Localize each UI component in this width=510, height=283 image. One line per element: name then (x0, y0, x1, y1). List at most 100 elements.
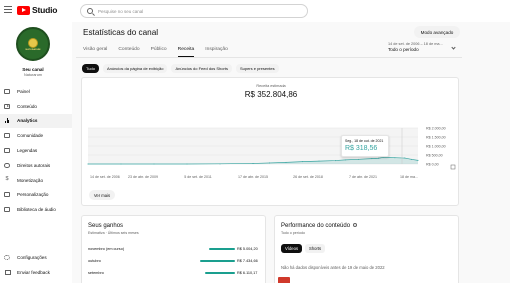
sidebar-item-label: Enviar feedback (17, 269, 50, 275)
data-point (120, 163, 122, 165)
performance-chips: Vídeos Shorts (281, 244, 328, 253)
y-tick-label: R$ 500,00 (426, 153, 443, 157)
y-tick-label: R$ 0,00 (426, 162, 439, 166)
chip-watch-page-ads[interactable]: Anúncios da página de exibição (102, 64, 168, 73)
data-point (318, 160, 320, 162)
tooltip-value: R$ 318,56 (345, 145, 378, 152)
data-point (335, 160, 336, 162)
chip-shorts[interactable]: Shorts (305, 244, 326, 253)
avatar-text: NATURARUM (25, 48, 41, 51)
advanced-mode-button[interactable]: Modo avançado (414, 26, 460, 38)
sidebar-item-feedback[interactable]: Enviar feedback (0, 265, 72, 280)
performance-title: Performance do conteúdo (281, 223, 358, 229)
earnings-month: novembro (em curso) (88, 247, 125, 251)
logo-text: Studio (32, 5, 58, 15)
search-placeholder: Pesquise no seu canal (98, 8, 144, 14)
analytics-icon (4, 118, 10, 124)
chip-supers-and-gifts[interactable]: Supers e presentes (235, 64, 279, 73)
video-thumbnail-edge (278, 277, 290, 283)
earnings-bar (205, 272, 235, 275)
tab-divider (76, 57, 462, 58)
hamburger-menu-icon[interactable] (4, 6, 12, 14)
earnings-row: novembro (em curso) R$ 5.004,20 (88, 247, 264, 255)
revenue-card: Receita estimada R$ 352.804,86 R$ 2.000,… (81, 77, 459, 206)
sidebar-item-label: Legendas (17, 148, 38, 154)
sidebar-item-label: Personalização (17, 192, 49, 198)
chip-videos[interactable]: Vídeos (281, 244, 303, 253)
sidebar-item-community[interactable]: Comunidade (0, 128, 72, 143)
subtitles-icon (4, 148, 10, 154)
chart-tooltip: Seg., 18 de out. de 2021 R$ 318,56 (341, 135, 389, 157)
performance-title-text: Performance do conteúdo (281, 223, 351, 229)
settings-icon (4, 254, 10, 261)
performance-subtitle: Todo o período (281, 231, 305, 235)
x-tick-label: 18 de ma... (400, 175, 418, 179)
data-point (269, 162, 270, 164)
tab-content[interactable]: Conteúdo (118, 47, 139, 57)
sidebar-item-subtitles[interactable]: Legendas (0, 143, 72, 158)
earnings-row: setembro R$ 6.110,17 (88, 271, 264, 279)
earnings-subtitle: Estimativa · Últimos seis meses (88, 231, 139, 235)
earnings-month: outubro (88, 259, 101, 263)
sidebar-item-dashboard[interactable]: Painel (0, 84, 72, 99)
sidebar-item-audio-library[interactable]: Biblioteca de áudio (0, 202, 72, 217)
sidebar-item-label: Monetização (17, 177, 44, 183)
revenue-filter-chips: Tudo Anúncios da página de exibição Anún… (82, 64, 283, 73)
see-more-button[interactable]: Ver mais (89, 190, 115, 200)
top-bar: Studio Pesquise no seu canal (0, 0, 510, 22)
data-point (344, 159, 346, 161)
sidebar-item-label: Configurações (17, 254, 47, 260)
tab-overview[interactable]: Visão geral (83, 47, 107, 57)
sidebar-item-content[interactable]: Conteúdo (0, 99, 72, 114)
date-range-dates: 14 de set. de 2006 – 18 de ma... (388, 42, 443, 46)
sidebar: NATURARUM Seu canal Naturarum Painel Con… (0, 22, 72, 283)
chip-shorts-feed-ads[interactable]: Anúncios do Feed dos Shorts (171, 64, 232, 73)
community-icon (4, 133, 10, 139)
x-tick-label: 14 de set. de 2006 (90, 175, 120, 179)
content-icon (4, 103, 10, 109)
data-point (285, 161, 287, 163)
sidebar-item-label: Comunidade (17, 133, 44, 139)
analytics-tabs: Visão geral Conteúdo Público Receita Ins… (83, 47, 239, 57)
tab-inspiration[interactable]: Inspiração (205, 47, 228, 57)
info-icon[interactable] (353, 223, 358, 228)
y-tick-label: R$ 1.000,00 (426, 144, 446, 148)
revenue-chart[interactable]: R$ 2.000,00 R$ 1.500,00 R$ 1.000,00 R$ 500,… (82, 78, 460, 188)
x-tick-label: 5 de set. de 2011 (184, 175, 212, 179)
data-point (252, 162, 254, 164)
sidebar-item-label: Painel (17, 88, 30, 94)
sidebar-item-copyright[interactable]: Direitos autorais (0, 158, 72, 173)
x-tick-label: 23 de abr. de 2009 (128, 175, 158, 179)
sidebar-item-label: Conteúdo (17, 103, 37, 109)
tab-audience[interactable]: Público (151, 47, 167, 57)
chip-all[interactable]: Tudo (82, 64, 99, 73)
earnings-amount: R$ 7.434,66 (237, 259, 258, 263)
data-point (394, 157, 396, 159)
earnings-card: Seus ganhos Estimativa · Últimos seis me… (81, 215, 266, 283)
tab-revenue[interactable]: Receita (177, 47, 195, 57)
data-point (404, 157, 406, 159)
feedback-icon (4, 269, 11, 275)
monetization-icon: $ (5, 176, 9, 183)
sidebar-item-settings[interactable]: Configurações (0, 250, 72, 265)
sidebar-item-customization[interactable]: Personalização (0, 188, 72, 203)
channel-avatar[interactable]: NATURARUM (16, 27, 50, 61)
data-point (371, 158, 373, 160)
sidebar-item-label: Direitos autorais (17, 162, 51, 168)
data-point (358, 158, 360, 160)
sidebar-item-analytics[interactable]: Analytics (0, 113, 72, 129)
date-range-label: Todo o período (388, 47, 419, 52)
page-title: Estatísticas do canal (83, 28, 159, 37)
x-tick-label: 7 de abr. de 2021 (349, 175, 377, 179)
earnings-bar (199, 260, 235, 263)
data-point (87, 163, 89, 165)
search-input[interactable]: Pesquise no seu canal (80, 4, 308, 18)
search-icon (87, 8, 93, 14)
avatar-emblem-icon (28, 37, 38, 48)
earnings-month: setembro (88, 271, 104, 275)
earnings-row: outubro R$ 7.434,66 (88, 259, 264, 267)
earnings-title: Seus ganhos (88, 223, 124, 229)
sidebar-item-monetization[interactable]: $ Monetização (0, 173, 72, 188)
copyright-icon (4, 162, 10, 169)
studio-logo[interactable]: Studio (17, 5, 57, 15)
